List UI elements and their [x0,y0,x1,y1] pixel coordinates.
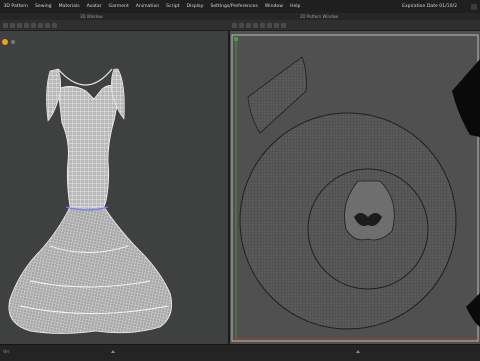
menu-settings[interactable]: Settings/Preferences [207,4,261,9]
tool-move-icon[interactable] [10,22,15,28]
tool-2d-edit-point-icon[interactable] [246,22,251,28]
collapse-arrow-icon-2[interactable] [356,350,360,353]
tool-tack-icon[interactable] [45,22,50,28]
tool-measure-icon[interactable] [52,22,57,28]
menu-materials[interactable]: Materials [55,4,83,9]
dress-skirt [8,206,173,334]
neckline [57,68,113,86]
view-option-icon[interactable] [11,40,15,44]
expiration-date: Expiration Date 01/10/2 [402,4,457,9]
tool-pin-icon[interactable] [31,22,36,28]
window-titles: 3D Window 2D Pattern Window [0,13,480,20]
tool-sew-icon[interactable] [24,22,29,28]
status-bar: Ver [0,344,480,361]
menu-garment[interactable]: Garment [105,4,132,9]
right-window-title: 2D Pattern Window [300,14,339,19]
dress-bodice [57,85,121,208]
menu-animation[interactable]: Animation [132,4,162,9]
3d-garment-view [2,39,173,334]
tool-2d-transform-icon[interactable] [239,22,244,28]
left-window-title: 3D Window [80,14,103,19]
2d-pattern-viewport[interactable] [230,31,480,344]
toolbar [0,20,480,31]
tool-2d-select-icon[interactable] [232,22,237,28]
menu-sewing[interactable]: Sewing [31,4,55,9]
menu-display[interactable]: Display [183,4,207,9]
bodice-pattern-piece[interactable] [344,180,395,241]
right-pattern-piece-top[interactable] [452,59,480,137]
minimize-icon[interactable] [471,3,477,10]
tool-fold-icon[interactable] [38,22,43,28]
orange-gear-icon[interactable] [2,39,8,45]
tool-2d-circle-icon[interactable] [274,22,279,28]
tool-rotate-icon[interactable] [17,22,22,28]
menu-window[interactable]: Window [261,4,286,9]
tool-2d-dart-icon[interactable] [281,22,286,28]
menu-help[interactable]: Help [286,4,303,9]
origin-marker-icon [234,37,238,41]
status-text: Ver [3,349,10,354]
menu-3d-pattern[interactable]: 3D Pattern [0,4,31,9]
sleeve-pattern-piece[interactable] [247,56,307,134]
left-shoulder-ruffle [46,68,61,122]
tool-select-icon[interactable] [3,22,8,28]
tool-2d-polygon-icon[interactable] [260,22,265,28]
right-pattern-piece-bottom[interactable] [466,293,480,327]
collapse-arrow-icon[interactable] [111,350,115,353]
menu-script[interactable]: Script [163,4,183,9]
2d-pattern-view [231,34,480,342]
tool-2d-rectangle-icon[interactable] [267,22,272,28]
tool-2d-curve-icon[interactable] [253,22,258,28]
menu-avatar[interactable]: Avatar [83,4,105,9]
3d-viewport[interactable] [0,31,228,344]
menu-bar: 3D Pattern Sewing Materials Avatar Garme… [0,0,480,13]
